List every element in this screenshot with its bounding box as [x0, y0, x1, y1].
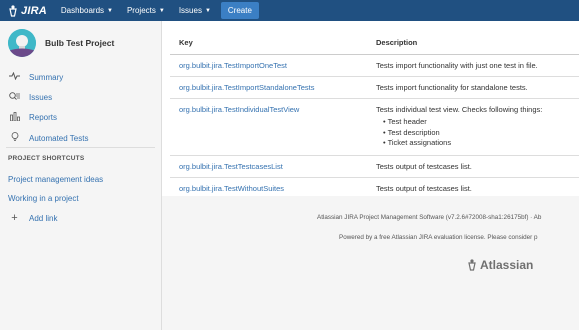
- jira-logo-icon: [9, 4, 17, 17]
- column-header-key[interactable]: Key: [170, 31, 367, 55]
- nav-projects[interactable]: Projects ▼: [127, 6, 165, 15]
- nav-issues[interactable]: Issues ▼: [179, 6, 211, 15]
- chevron-down-icon: ▼: [204, 7, 211, 14]
- test-description: Tests individual test view. Checks follo…: [376, 105, 543, 114]
- test-description: Tests import functionality for standalon…: [367, 76, 579, 99]
- atlassian-logo-text: Atlassian: [480, 258, 534, 272]
- description-bullet: Test description: [383, 128, 579, 139]
- issues-icon: [8, 92, 21, 103]
- sidebar-item-label: Reports: [29, 113, 58, 122]
- pulse-icon: [8, 71, 21, 82]
- page-footer: Atlassian JIRA Project Management Softwa…: [162, 196, 579, 330]
- atlassian-logo-icon: [468, 259, 476, 271]
- project-sidebar: Bulb Test Project Summary Issues Reports…: [0, 21, 162, 330]
- footer-license-text[interactable]: Powered by a free Atlassian JIRA evaluat…: [339, 234, 537, 241]
- table-row: org.bulbit.jira.TestIndividualTestView T…: [170, 98, 579, 156]
- test-key-link[interactable]: org.bulbit.jira.TestImportStandaloneTest…: [170, 76, 367, 99]
- test-description: Tests import functionality with just one…: [367, 54, 579, 77]
- test-key-link[interactable]: org.bulbit.jira.TestImportOneTest: [170, 54, 367, 77]
- nav-dashboards-label: Dashboards: [60, 6, 105, 15]
- jira-logo[interactable]: JIRA: [7, 5, 47, 17]
- table-header-row: Key Description: [170, 31, 579, 55]
- project-avatar: [8, 29, 36, 57]
- plus-icon: +: [11, 212, 18, 224]
- sidebar-item-label: Issues: [29, 93, 53, 102]
- test-key-link[interactable]: org.bulbit.jira.TestIndividualTestView: [170, 98, 367, 156]
- add-link-label: Add link: [29, 213, 58, 223]
- project-header[interactable]: Bulb Test Project: [0, 21, 161, 65]
- project-shortcuts-heading: PROJECT SHORTCUTS: [8, 155, 85, 162]
- table-row: org.bulbit.jira.TestTestcasesList Tests …: [170, 155, 579, 178]
- test-description-cell: Tests individual test view. Checks follo…: [367, 98, 579, 156]
- top-navigation-bar: JIRA Dashboards ▼ Projects ▼ Issues ▼ Cr…: [0, 0, 579, 21]
- table-row: org.bulbit.jira.TestImportStandaloneTest…: [170, 76, 579, 99]
- sidebar-item-summary[interactable]: Summary: [0, 71, 64, 82]
- column-header-description[interactable]: Description: [367, 31, 579, 55]
- project-name: Bulb Test Project: [45, 38, 115, 48]
- bulb-icon: [8, 132, 21, 144]
- bulb-avatar-icon: [8, 29, 36, 57]
- jira-logo-text: JIRA: [21, 4, 47, 17]
- chevron-down-icon: ▼: [158, 7, 165, 14]
- shortcut-working-in-a-project[interactable]: Working in a project: [8, 194, 79, 203]
- test-key-link[interactable]: org.bulbit.jira.TestTestcasesList: [170, 155, 367, 178]
- test-description: Tests output of testcases list.: [367, 155, 579, 178]
- footer-version-text[interactable]: Atlassian JIRA Project Management Softwa…: [317, 214, 541, 221]
- description-bullet-list: Test header Test description Ticket assi…: [376, 117, 579, 149]
- nav-issues-label: Issues: [178, 6, 202, 15]
- description-bullet: Ticket assignations: [383, 138, 579, 149]
- nav-projects-label: Projects: [126, 6, 156, 15]
- description-bullet: Test header: [383, 117, 579, 128]
- sidebar-item-label: Summary: [29, 72, 64, 82]
- add-link-button[interactable]: + Add link: [8, 212, 57, 224]
- sidebar-item-reports[interactable]: Reports: [0, 112, 57, 123]
- tests-table: Key Description org.bulbit.jira.TestImpo…: [170, 31, 579, 200]
- sidebar-item-issues[interactable]: Issues: [0, 92, 52, 103]
- nav-dashboards[interactable]: Dashboards ▼: [61, 6, 113, 15]
- shortcut-project-management-ideas[interactable]: Project management ideas: [8, 175, 103, 184]
- sidebar-divider: [6, 147, 155, 148]
- reports-icon: [8, 112, 21, 123]
- table-row: org.bulbit.jira.TestImportOneTest Tests …: [170, 54, 579, 77]
- sidebar-item-automated-tests[interactable]: Automated Tests: [0, 132, 88, 144]
- sidebar-item-label: Automated Tests: [29, 133, 89, 143]
- create-button[interactable]: Create: [220, 2, 259, 19]
- chevron-down-icon: ▼: [107, 7, 113, 14]
- tests-table-panel: Key Description org.bulbit.jira.TestImpo…: [162, 21, 579, 200]
- atlassian-logo[interactable]: Atlassian: [466, 258, 533, 272]
